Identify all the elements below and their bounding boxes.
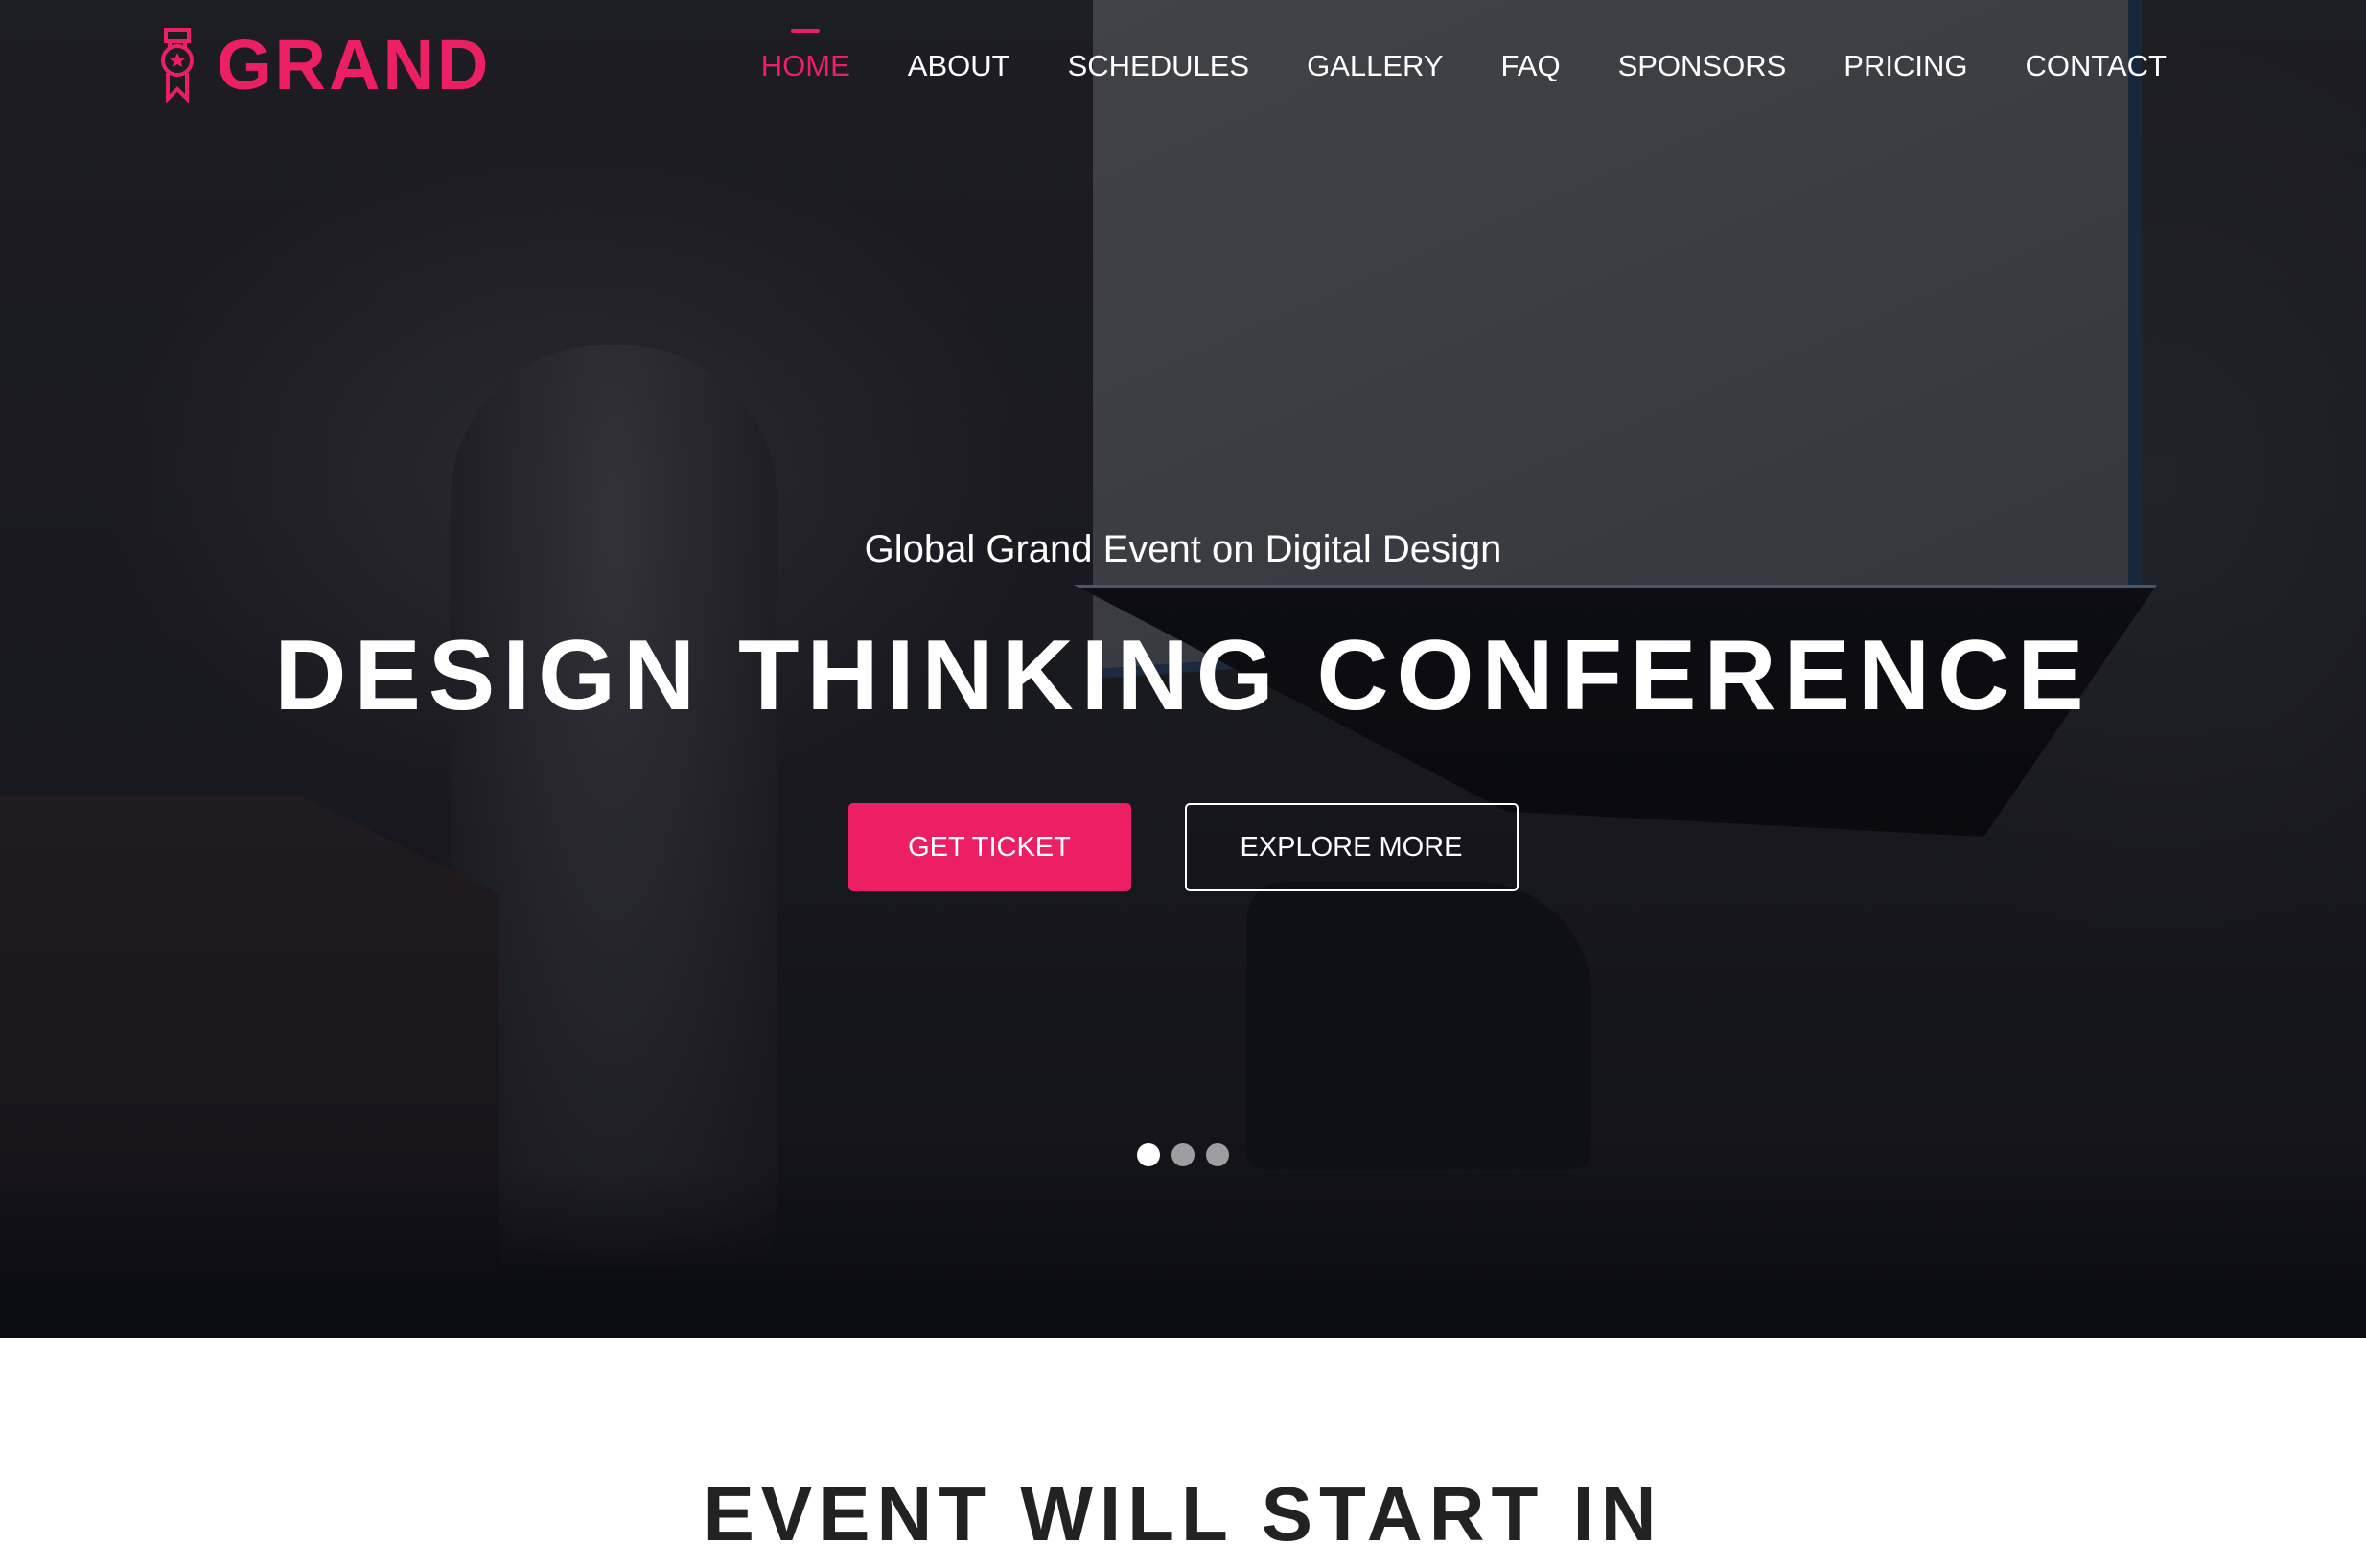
slider-dot-3[interactable] xyxy=(1206,1143,1229,1166)
nav-item-about[interactable]: ABOUT xyxy=(879,42,1039,90)
explore-more-button[interactable]: EXPLORE MORE xyxy=(1184,803,1519,891)
nav-item-label: SPONSORS xyxy=(1617,49,1787,82)
nav-item-label: FAQ xyxy=(1500,49,1561,82)
main-nav: HOME ABOUT SCHEDULES GALLERY FAQ SPONSOR… xyxy=(732,29,2195,90)
nav-item-sponsors[interactable]: SPONSORS xyxy=(1589,42,1816,90)
slider-dot-2[interactable] xyxy=(1171,1143,1195,1166)
nav-item-label: CONTACT xyxy=(2025,49,2167,82)
slider-pagination xyxy=(0,1143,2366,1166)
brand-name: GRAND xyxy=(217,25,492,104)
nav-item-label: GALLERY xyxy=(1307,49,1444,82)
nav-item-label: HOME xyxy=(760,49,850,82)
nav-item-home[interactable]: HOME xyxy=(732,29,879,90)
nav-item-contact[interactable]: CONTACT xyxy=(1996,42,2195,90)
nav-item-pricing[interactable]: PRICING xyxy=(1815,42,1996,90)
nav-item-label: ABOUT xyxy=(907,49,1010,82)
nav-item-faq[interactable]: FAQ xyxy=(1473,42,1589,90)
countdown-section-title: EVENT WILL START IN xyxy=(703,1471,1663,1556)
hero-subtitle: Global Grand Event on Digital Design xyxy=(864,528,1502,570)
get-ticket-button[interactable]: GET TICKET xyxy=(847,803,1131,891)
hero-slider: GRAND HOME ABOUT SCHEDULES GALLERY FAQ S… xyxy=(0,0,2366,1338)
nav-item-label: PRICING xyxy=(1844,49,1968,82)
nav-item-label: SCHEDULES xyxy=(1067,49,1250,82)
active-nav-indicator xyxy=(791,29,821,33)
slider-dot-1[interactable] xyxy=(1137,1143,1160,1166)
award-ribbon-icon xyxy=(161,28,194,103)
hero-actions: GET TICKET EXPLORE MORE xyxy=(0,803,2366,891)
nav-item-gallery[interactable]: GALLERY xyxy=(1278,42,1472,90)
brand-logo[interactable]: GRAND xyxy=(159,27,491,104)
hero-title: DESIGN THINKING CONFERENCE xyxy=(274,620,2092,731)
nav-item-schedules[interactable]: SCHEDULES xyxy=(1039,42,1279,90)
